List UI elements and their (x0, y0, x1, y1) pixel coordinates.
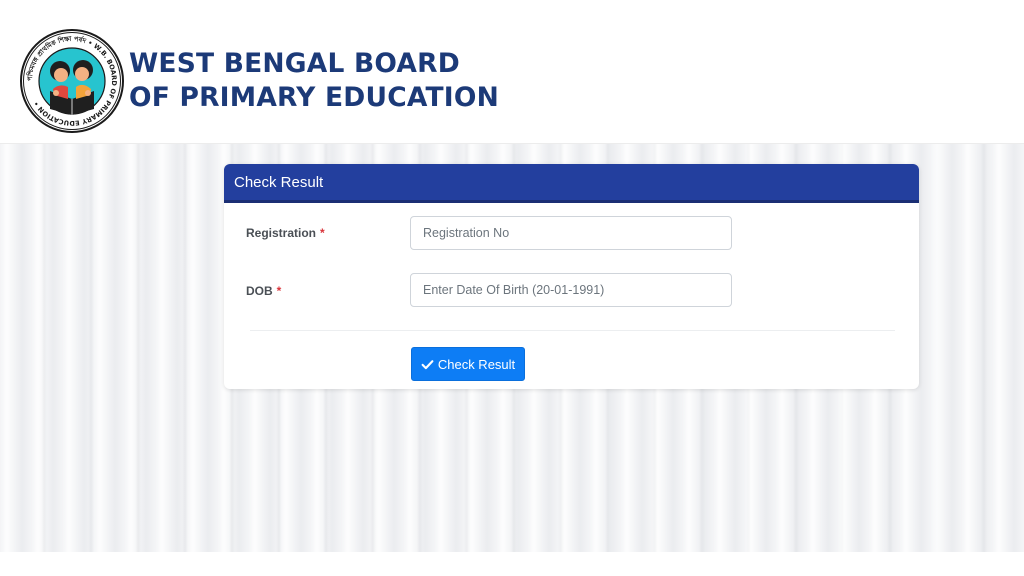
check-result-card: Check Result Registration* DOB* Check Re… (224, 164, 919, 389)
board-logo: পশ্চিমবঙ্গ প্রাথমিক শিক্ষা পর্ষদ • W.B. … (20, 29, 124, 133)
board-name-line1: WEST BENGAL BOARD (129, 48, 460, 79)
site-header: পশ্চিমবঙ্গ প্রাথমিক শিক্ষা পর্ষদ • W.B. … (0, 0, 1024, 144)
registration-label-text: Registration (246, 226, 317, 240)
board-name: WEST BENGAL BOARD OF PRIMARY EDUCATION (129, 47, 499, 115)
dob-input[interactable] (410, 273, 732, 307)
registration-label: Registration * (246, 226, 325, 240)
registration-required-mark: * (320, 226, 325, 240)
board-name-line2: OF PRIMARY EDUCATION (129, 82, 499, 113)
card-header: Check Result (224, 164, 919, 203)
card-title: Check Result (234, 174, 324, 191)
dob-label-text: DOB (246, 284, 273, 298)
registration-input[interactable] (410, 216, 732, 250)
dob-label: DOB * (246, 284, 281, 298)
form-divider (250, 330, 895, 331)
dob-required-mark: * (276, 284, 282, 298)
check-result-button-label: Check Result (437, 356, 516, 372)
check-result-button[interactable]: Check Result (411, 347, 525, 381)
check-icon (421, 359, 434, 369)
